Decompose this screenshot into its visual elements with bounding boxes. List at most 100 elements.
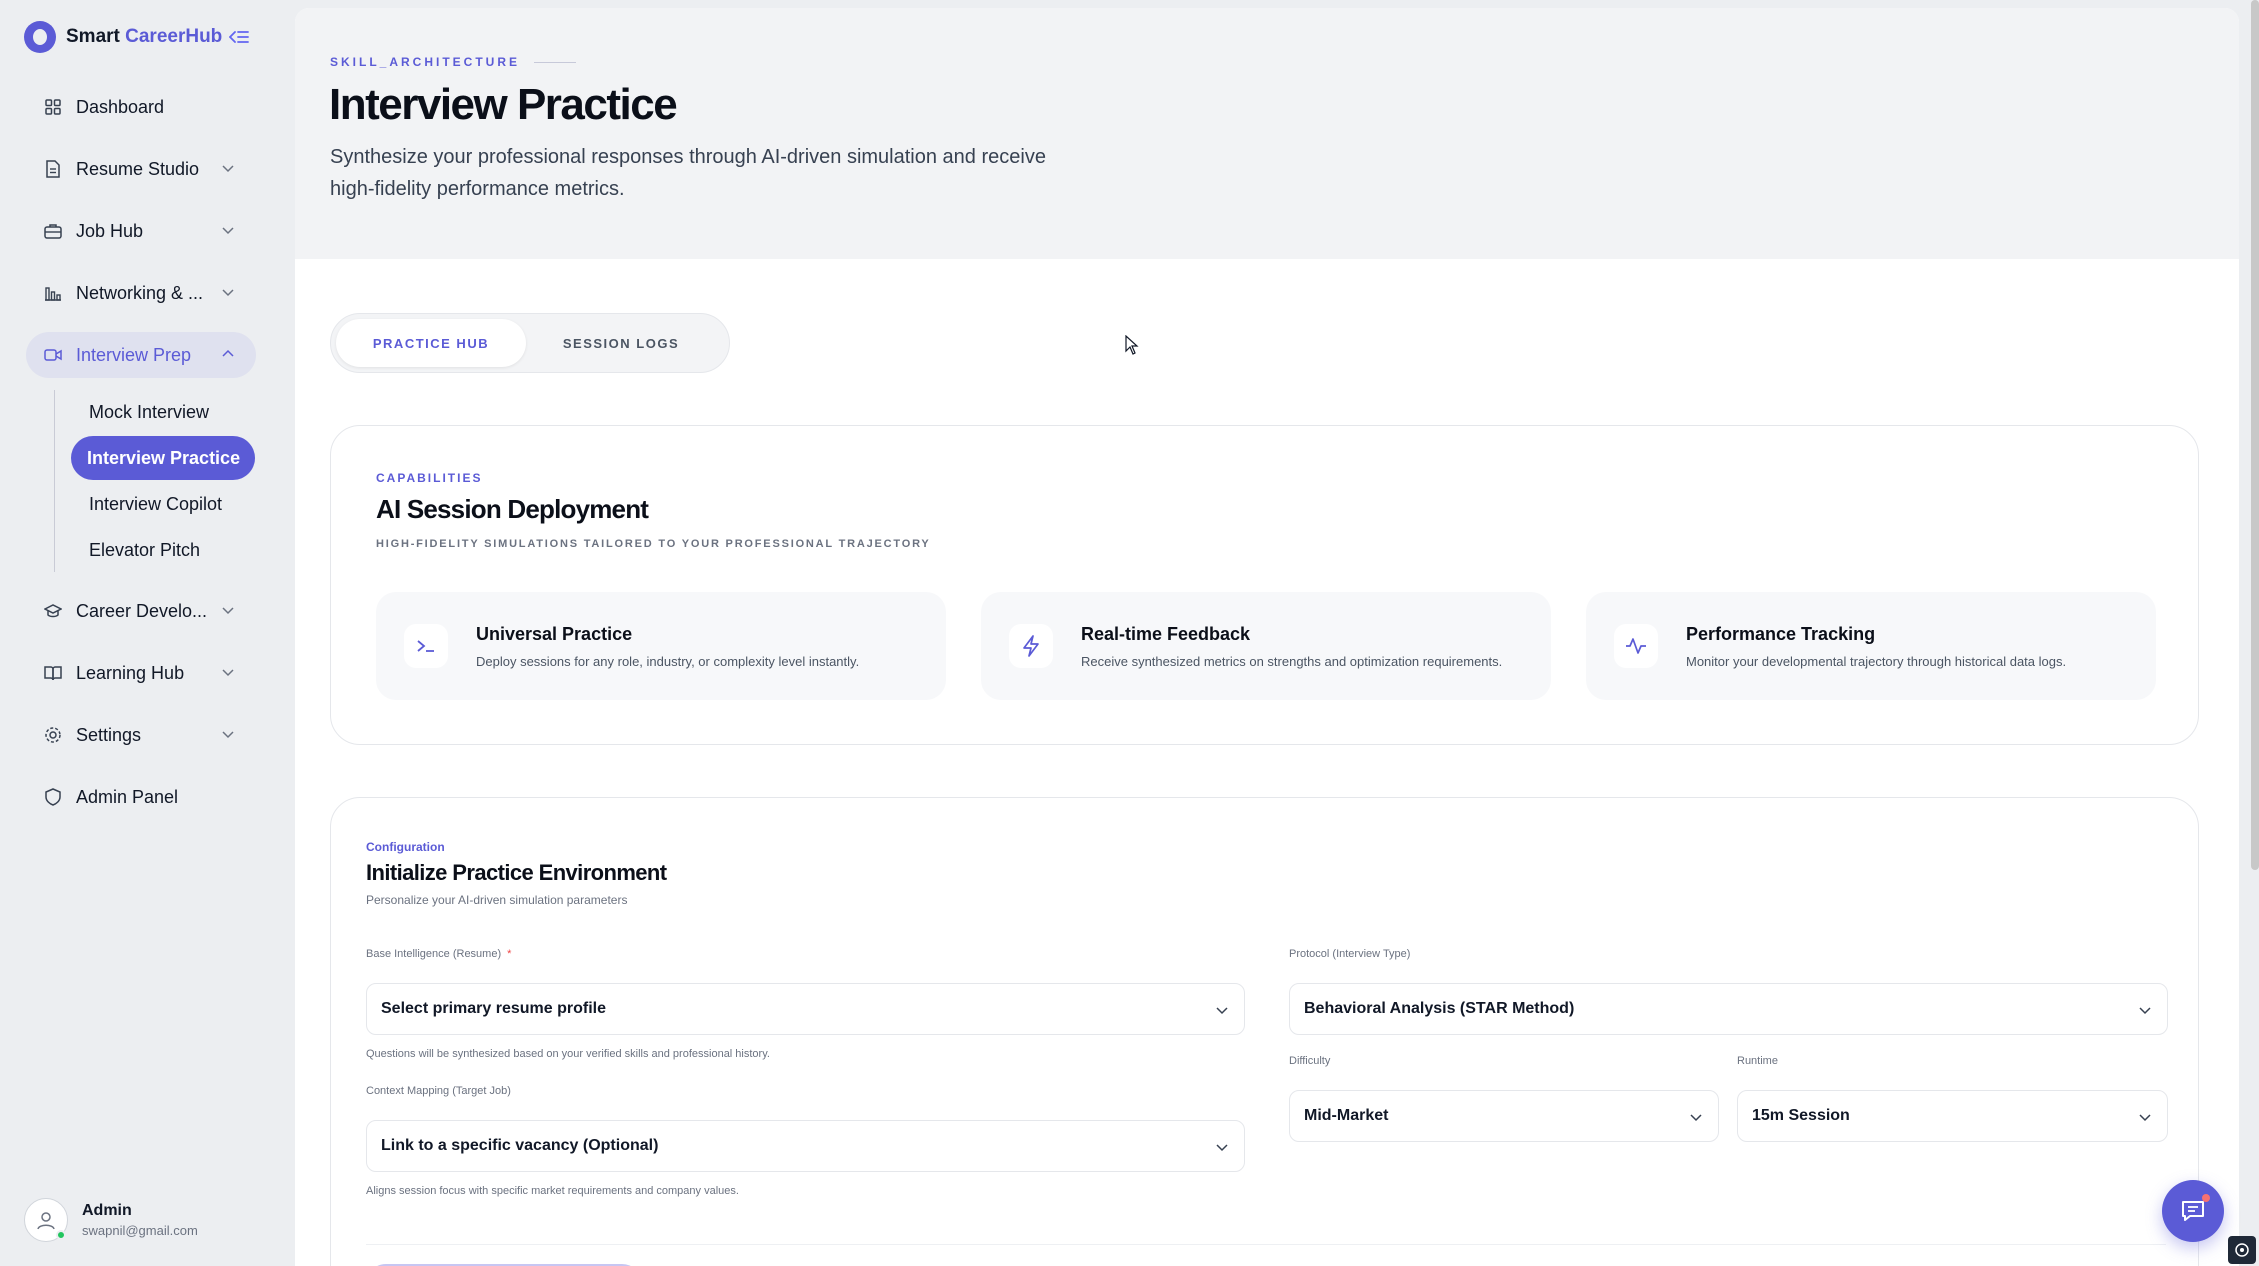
resume-field-label: Base Intelligence (Resume) *	[366, 948, 512, 960]
online-status-dot	[56, 1230, 66, 1240]
user-profile[interactable]: Admin swapnil@gmail.com	[24, 1198, 198, 1242]
chevron-down-icon[interactable]	[220, 602, 236, 618]
screen-capture-icon[interactable]	[2228, 1236, 2256, 1264]
document-icon	[44, 160, 62, 178]
difficulty-field-label: Difficulty	[1289, 1055, 1331, 1067]
briefcase-icon	[44, 222, 62, 240]
difficulty-select-value: Mid-Market	[1304, 1107, 1389, 1124]
runtime-select-value: 15m Session	[1752, 1107, 1850, 1124]
interview-prep-subnav: Mock Interview Interview Practice Interv…	[54, 390, 256, 572]
sidebar-item-label: Career Develo...	[76, 600, 208, 621]
job-field-label: Context Mapping (Target Job)	[366, 1085, 511, 1097]
grid-icon	[44, 98, 62, 116]
sidebar-item-settings[interactable]: Settings	[26, 712, 256, 758]
main-content: SKILL_ARCHITECTURE Interview Practice Sy…	[295, 8, 2239, 1266]
chevron-down-icon	[1690, 1114, 1702, 1122]
chevron-down-icon	[2139, 1114, 2151, 1122]
tab-bar: PRACTICE HUB SESSION LOGS	[330, 313, 730, 373]
video-icon	[44, 346, 62, 364]
subnav-item-interview-practice[interactable]: Interview Practice	[71, 436, 255, 480]
brand[interactable]: Smart CareerHub	[24, 20, 222, 54]
feature-title: Real-time Feedback	[1081, 624, 1251, 644]
subnav-item-interview-copilot[interactable]: Interview Copilot	[73, 482, 256, 526]
brand-logo-icon	[24, 21, 56, 53]
subnav-item-elevator-pitch[interactable]: Elevator Pitch	[73, 528, 256, 572]
brand-name: Smart CareerHub	[66, 26, 223, 47]
feature-title: Performance Tracking	[1686, 624, 1876, 644]
bar-chart-icon	[44, 284, 62, 302]
lightning-icon	[1009, 624, 1053, 668]
feature-performance-tracking: Performance Tracking Monitor your develo…	[1586, 592, 2156, 700]
feature-description: Deploy sessions for any role, industry, …	[476, 654, 860, 669]
chat-bubble-icon	[2182, 1201, 2204, 1221]
sidebar-item-admin-panel[interactable]: Admin Panel	[26, 774, 256, 820]
feature-title: Universal Practice	[476, 624, 633, 644]
chevron-down-icon	[1216, 1144, 1228, 1152]
resume-select-value: Select primary resume profile	[381, 1000, 606, 1017]
sidebar-nav: Dashboard Resume Studio Job Hub Networki…	[26, 84, 256, 836]
target-job-select-value: Link to a specific vacancy (Optional)	[381, 1137, 659, 1154]
config-divider	[366, 1244, 2166, 1245]
sidebar-item-label: Learning Hub	[76, 662, 185, 683]
tab-practice-hub[interactable]: PRACTICE HUB	[336, 319, 526, 367]
target-job-select[interactable]: Link to a specific vacancy (Optional)	[366, 1120, 1245, 1172]
activity-icon	[1614, 624, 1658, 668]
runtime-select[interactable]: 15m Session	[1737, 1090, 2168, 1142]
sidebar: Smart CareerHub Dashboard Resume Studio …	[0, 0, 295, 1266]
book-open-icon	[44, 664, 62, 682]
chevron-down-icon[interactable]	[220, 284, 236, 300]
config-eyebrow: Configuration	[366, 840, 445, 854]
feature-realtime-feedback: Real-time Feedback Receive synthesized m…	[981, 592, 1551, 700]
chevron-down-icon[interactable]	[220, 726, 236, 742]
user-email: swapnil@gmail.com	[82, 1223, 198, 1238]
chevron-down-icon[interactable]	[220, 160, 236, 176]
page-header: SKILL_ARCHITECTURE Interview Practice Sy…	[295, 8, 2239, 259]
feature-description: Receive synthesized metrics on strengths…	[1081, 654, 1503, 669]
sidebar-item-label: Networking & ...	[76, 282, 204, 303]
sidebar-item-networking[interactable]: Networking & ...	[26, 270, 256, 316]
capabilities-subtitle: HIGH-FIDELITY SIMULATIONS TAILORED TO YO…	[376, 538, 931, 550]
protocol-select[interactable]: Behavioral Analysis (STAR Method)	[1289, 983, 2168, 1035]
resume-select[interactable]: Select primary resume profile	[366, 983, 1245, 1035]
sidebar-item-learning-hub[interactable]: Learning Hub	[26, 650, 256, 696]
config-title: Initialize Practice Environment	[366, 860, 667, 885]
difficulty-select[interactable]: Mid-Market	[1289, 1090, 1719, 1142]
chevron-down-icon[interactable]	[220, 664, 236, 680]
chevron-up-icon[interactable]	[220, 346, 236, 362]
chat-support-button[interactable]	[2162, 1180, 2224, 1242]
sidebar-item-label: Resume Studio	[76, 158, 200, 179]
shield-icon	[44, 788, 62, 806]
mouse-cursor-icon	[1125, 335, 1139, 355]
sidebar-item-label: Settings	[76, 724, 142, 745]
graduation-cap-icon	[44, 602, 62, 620]
protocol-select-value: Behavioral Analysis (STAR Method)	[1304, 1000, 1575, 1017]
chevron-down-icon	[2139, 1007, 2151, 1015]
tab-session-logs[interactable]: SESSION LOGS	[526, 319, 716, 367]
protocol-field-label: Protocol (Interview Type)	[1289, 948, 1411, 960]
capabilities-title: AI Session Deployment	[376, 494, 649, 524]
page-title: Interview Practice	[329, 80, 678, 129]
page-description: Synthesize your professional responses t…	[330, 146, 1046, 200]
sidebar-item-job-hub[interactable]: Job Hub	[26, 208, 256, 254]
capabilities-eyebrow: CAPABILITIES	[376, 471, 483, 485]
user-name: Admin	[82, 1202, 132, 1219]
capabilities-card: CAPABILITIES AI Session Deployment HIGH-…	[330, 425, 2199, 745]
sidebar-item-career-development[interactable]: Career Develo...	[26, 588, 256, 634]
subnav-item-mock-interview[interactable]: Mock Interview	[73, 390, 256, 434]
page-scrollbar[interactable]	[2251, 0, 2259, 870]
feature-description: Monitor your developmental trajectory th…	[1686, 654, 2067, 669]
feature-universal-practice: Universal Practice Deploy sessions for a…	[376, 592, 946, 700]
collapse-sidebar-icon[interactable]	[226, 24, 252, 50]
runtime-field-label: Runtime	[1737, 1055, 1778, 1067]
sidebar-item-dashboard[interactable]: Dashboard	[26, 84, 256, 130]
sidebar-item-interview-prep[interactable]: Interview Prep	[26, 332, 256, 378]
job-helper-text: Aligns session focus with specific marke…	[366, 1185, 739, 1197]
chevron-down-icon[interactable]	[220, 222, 236, 238]
sidebar-item-label: Interview Prep	[76, 344, 192, 365]
sidebar-item-resume-studio[interactable]: Resume Studio	[26, 146, 256, 192]
terminal-icon	[404, 624, 448, 668]
avatar	[24, 1198, 68, 1242]
gear-icon	[44, 726, 62, 744]
sidebar-item-label: Job Hub	[76, 220, 144, 241]
configuration-card: Configuration Initialize Practice Enviro…	[330, 797, 2199, 1266]
